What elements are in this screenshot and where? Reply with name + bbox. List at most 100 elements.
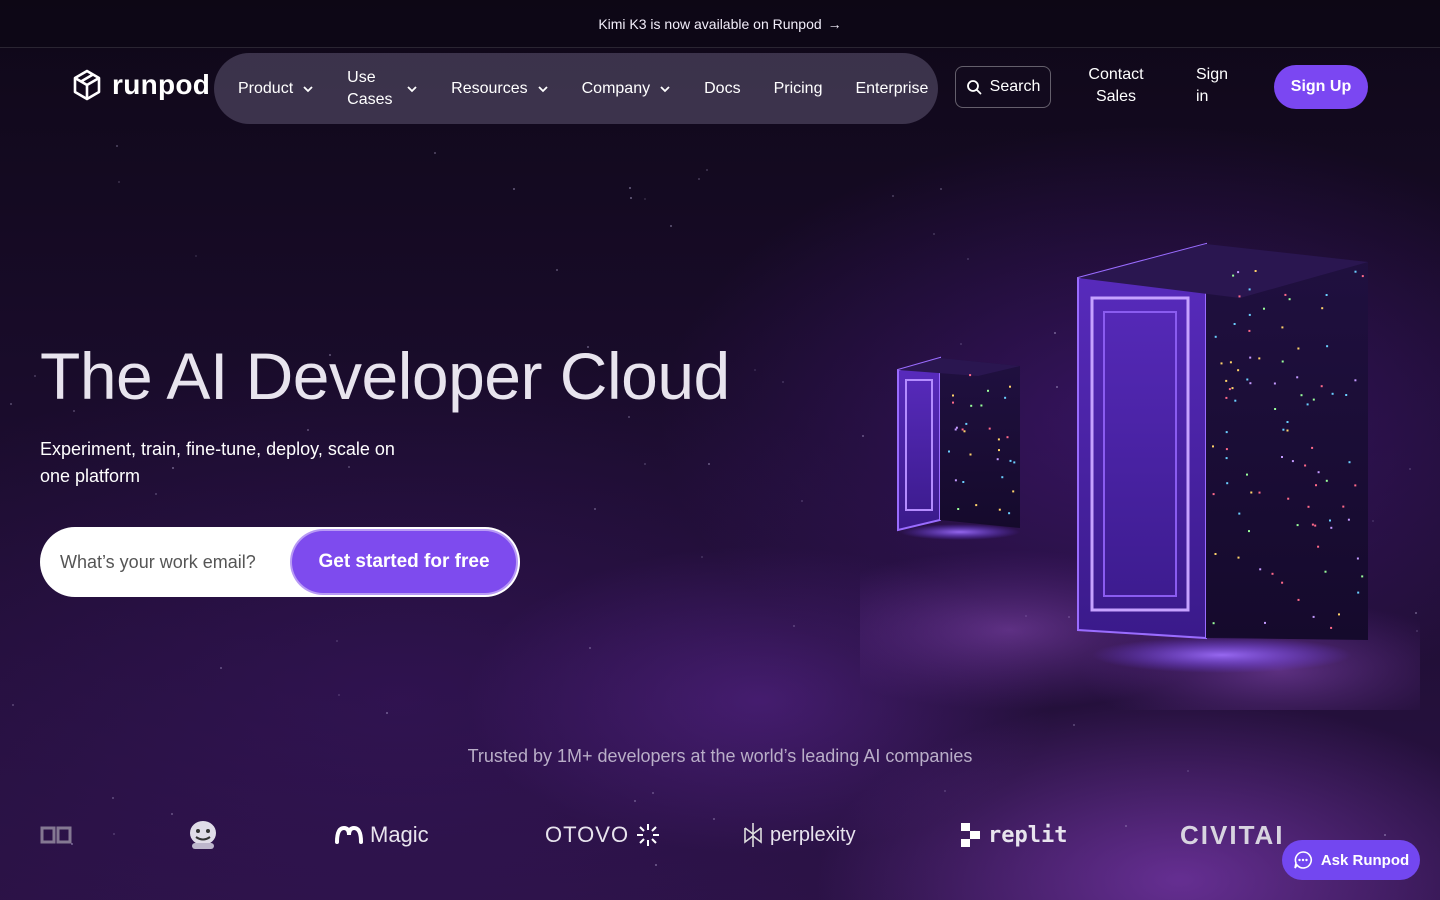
server-light xyxy=(1320,385,1323,388)
contact-sales-link[interactable]: Contact Sales xyxy=(1080,64,1152,108)
magic-wordmark: Magic xyxy=(370,822,429,847)
server-light xyxy=(1248,329,1251,332)
server-light xyxy=(1225,379,1228,382)
partial-brand-icon xyxy=(40,826,72,844)
server-light xyxy=(969,453,972,456)
server-light xyxy=(1013,461,1016,464)
nav-docs[interactable]: Docs xyxy=(704,78,740,100)
server-light xyxy=(954,479,957,482)
server-light xyxy=(1238,512,1241,515)
server-light xyxy=(1263,307,1265,310)
server-light xyxy=(1331,392,1334,395)
server-light xyxy=(1212,493,1215,496)
nav-enterprise[interactable]: Enterprise xyxy=(855,78,928,100)
perplexity-logo: perplexity xyxy=(742,820,856,850)
server-light xyxy=(1325,294,1328,296)
server-light xyxy=(987,389,989,392)
nav-product[interactable]: Product xyxy=(238,78,314,100)
server-light xyxy=(975,504,978,507)
server-light xyxy=(1009,385,1011,388)
server-light xyxy=(1009,459,1012,462)
cube-logo-icon xyxy=(73,69,101,101)
nav-company-label: Company xyxy=(581,79,651,97)
server-light xyxy=(1361,575,1364,578)
server-light xyxy=(1237,271,1240,274)
server-light xyxy=(988,427,991,430)
hero-subtitle: Experiment, train, fine-tune, deploy, sc… xyxy=(40,439,395,486)
replit-logo: replit xyxy=(960,820,1067,850)
perplexity-wordmark: perplexity xyxy=(770,823,856,846)
server-light xyxy=(1249,356,1252,359)
replit-icon xyxy=(961,823,980,847)
nav-use-cases[interactable]: Use Cases xyxy=(347,67,418,111)
server-light xyxy=(1246,378,1249,381)
sun-icon xyxy=(637,824,660,846)
server-light xyxy=(1315,484,1317,487)
server-light xyxy=(1248,313,1251,316)
server-light xyxy=(1212,622,1215,625)
server-light xyxy=(1274,408,1277,410)
server-light xyxy=(1250,491,1253,494)
server-light xyxy=(1008,512,1011,515)
announcement-bar[interactable]: Kimi K3 is now available on Runpod → xyxy=(0,0,1440,48)
chevron-down-icon xyxy=(537,85,548,92)
signup-email-form: Get started for free xyxy=(40,527,520,597)
server-light xyxy=(1361,275,1364,278)
server-light xyxy=(1012,490,1015,493)
server-light xyxy=(954,428,957,431)
server-light xyxy=(1306,403,1309,406)
replit-wordmark: replit xyxy=(988,822,1068,848)
server-light xyxy=(1317,471,1320,474)
server-light xyxy=(1258,357,1261,360)
server-light xyxy=(1001,476,1004,479)
server-light xyxy=(1248,530,1250,533)
sign-in-link[interactable]: Sign in xyxy=(1196,64,1236,108)
server-light xyxy=(957,508,960,510)
server-light xyxy=(961,428,964,431)
server-light xyxy=(1354,484,1357,487)
email-field[interactable] xyxy=(40,527,292,597)
server-light xyxy=(962,481,965,483)
server-light xyxy=(965,422,968,425)
server-light xyxy=(1284,293,1287,296)
server-light xyxy=(1226,482,1229,485)
server-light xyxy=(1281,360,1284,363)
server-light xyxy=(1220,362,1223,365)
nav-pricing[interactable]: Pricing xyxy=(774,78,823,100)
sign-up-button[interactable]: Sign Up xyxy=(1274,65,1368,109)
search-button[interactable]: Search xyxy=(955,66,1051,108)
nav-product-label: Product xyxy=(238,79,294,97)
server-light xyxy=(1264,621,1266,624)
get-started-button[interactable]: Get started for free xyxy=(292,531,516,593)
nav-use-cases-label: Use Cases xyxy=(347,68,393,108)
civitai-logo: CIVITAI xyxy=(1180,820,1285,850)
server-light xyxy=(1232,274,1235,277)
chevron-down-icon xyxy=(660,85,670,92)
server-light xyxy=(1307,505,1310,508)
server-light xyxy=(952,394,954,397)
customer-logos: Magic OTOVO perplexity replit CIVITAI xyxy=(0,810,1440,860)
server-light xyxy=(1296,524,1299,527)
search-label: Search xyxy=(989,78,1041,95)
nav-resources[interactable]: Resources xyxy=(451,78,548,100)
server-light xyxy=(1329,519,1331,522)
server-light xyxy=(1249,382,1252,385)
server-light xyxy=(1282,428,1285,431)
nav-enterprise-label: Enterprise xyxy=(855,79,929,97)
server-light xyxy=(1287,497,1290,500)
server-light xyxy=(980,404,983,407)
announcement-text[interactable]: Kimi K3 is now available on Runpod xyxy=(598,16,821,32)
ask-runpod-button[interactable]: Ask Runpod xyxy=(1282,840,1420,880)
server-light xyxy=(1281,326,1284,329)
server-light xyxy=(952,401,954,404)
server-light xyxy=(1229,361,1232,364)
runpod-logo[interactable]: runpod xyxy=(72,68,210,102)
server-light xyxy=(1338,613,1340,616)
partial-logo xyxy=(40,820,72,850)
nav-company[interactable]: Company xyxy=(582,78,671,100)
server-light xyxy=(1225,396,1228,399)
server-light xyxy=(969,374,972,377)
server-light xyxy=(998,449,1000,452)
server-light xyxy=(1246,473,1248,476)
server-light xyxy=(1214,335,1217,338)
